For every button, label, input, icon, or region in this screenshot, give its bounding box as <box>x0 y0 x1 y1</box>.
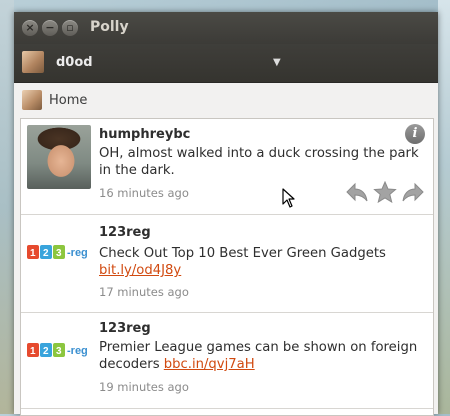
svg-text:2: 2 <box>43 346 49 357</box>
title-bar: × − ▫ Polly <box>14 12 438 44</box>
desktop-background-right <box>438 0 450 414</box>
tweet-author[interactable]: 123reg <box>99 225 151 240</box>
user-avatar-logo[interactable]: 1 2 3 -reg <box>27 241 95 263</box>
tweet-time: 19 minutes ago <box>99 380 189 394</box>
tweet-item[interactable]: 1 2 3 -reg 123reg Premier League games c… <box>21 313 433 409</box>
account-name: d0od <box>56 55 93 70</box>
tweet-item[interactable]: humphreybc OH, almost walked into a duck… <box>21 119 433 215</box>
reply-icon[interactable] <box>345 181 369 203</box>
tweet-text: OH, almost walked into a duck crossing t… <box>99 145 429 179</box>
svg-text:3: 3 <box>56 248 62 259</box>
user-avatar[interactable] <box>27 125 91 189</box>
desktop-background-left <box>0 0 14 414</box>
favorite-star-icon[interactable] <box>373 181 397 203</box>
retweet-icon[interactable] <box>401 181 425 203</box>
tweet-text-body: Check Out Top 10 Best Ever Green Gadgets <box>99 246 386 261</box>
tweet-text: Premier League games can be shown on for… <box>99 339 429 373</box>
tweet-author[interactable]: 123reg <box>99 321 151 336</box>
account-selector[interactable]: d0od ▼ <box>14 44 438 83</box>
tweet-text-body: Premier League games can be shown on for… <box>99 340 418 372</box>
tweet-list: humphreybc OH, almost walked into a duck… <box>20 118 434 416</box>
tweet-text: Check Out Top 10 Best Ever Green Gadgets… <box>99 245 429 279</box>
tab-home[interactable]: Home <box>49 93 87 108</box>
tweet-time: 17 minutes ago <box>99 285 189 299</box>
svg-text:-reg: -reg <box>67 345 88 357</box>
home-tab-avatar <box>22 90 42 110</box>
tweet-text-body: OH, almost walked into a duck crossing t… <box>99 146 419 178</box>
account-avatar <box>22 51 44 73</box>
tweet-actions <box>345 181 425 203</box>
mouse-cursor-icon <box>282 188 295 208</box>
svg-text:3: 3 <box>56 346 62 357</box>
polly-window: × − ▫ Polly d0od ▼ Home humphreybc OH, a… <box>14 12 438 416</box>
svg-text:1: 1 <box>30 346 36 357</box>
svg-text:1: 1 <box>30 248 36 259</box>
info-icon[interactable]: i <box>405 124 425 144</box>
maximize-window-button[interactable]: ▫ <box>62 20 78 36</box>
tweet-link[interactable]: bbc.in/qvj7aH <box>164 357 255 372</box>
tweet-author[interactable]: humphreybc <box>99 127 190 142</box>
minimize-window-button[interactable]: − <box>42 20 58 36</box>
tweet-item[interactable]: 1 2 3 -reg 123reg Check Out Top 10 Best … <box>21 215 433 313</box>
svg-text:-reg: -reg <box>67 247 88 259</box>
user-avatar-logo[interactable]: 1 2 3 -reg <box>27 339 95 361</box>
close-window-button[interactable]: × <box>22 20 38 36</box>
tweet-link[interactable]: bit.ly/od4J8y <box>99 263 181 278</box>
svg-text:2: 2 <box>43 248 49 259</box>
tweet-time: 16 minutes ago <box>99 186 189 200</box>
timeline-tab-bar: Home <box>14 83 438 117</box>
window-title: Polly <box>90 19 129 35</box>
dropdown-arrow-icon[interactable]: ▼ <box>273 57 281 68</box>
